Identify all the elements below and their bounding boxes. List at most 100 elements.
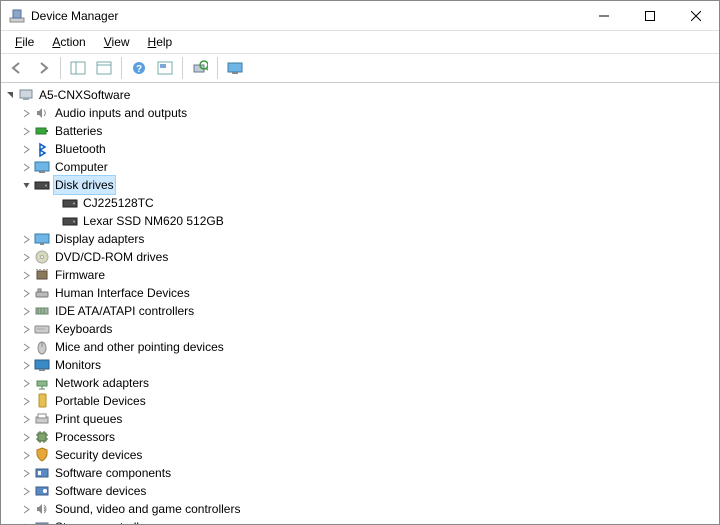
caret-right-icon[interactable]	[19, 271, 33, 280]
back-button[interactable]	[5, 56, 29, 80]
tree-category-label: Audio inputs and outputs	[53, 104, 189, 122]
tree-root[interactable]: A5-CNXSoftware	[1, 86, 719, 104]
caret-down-icon[interactable]	[19, 181, 33, 190]
show-hide-console-tree-button[interactable]	[66, 56, 90, 80]
tree-category-disk[interactable]: Disk drives	[1, 176, 719, 194]
window-title: Device Manager	[31, 9, 581, 23]
caret-right-icon[interactable]	[19, 289, 33, 298]
scan-hardware-button[interactable]	[188, 56, 212, 80]
processors-icon	[33, 429, 51, 445]
tree-category-network[interactable]: Network adapters	[1, 374, 719, 392]
device-tree[interactable]: A5-CNXSoftware Audio inputs and outputsB…	[1, 83, 719, 524]
tree-category-label: Software devices	[53, 482, 148, 500]
menu-action[interactable]: Action	[44, 33, 93, 51]
tree-category-computer[interactable]: Computer	[1, 158, 719, 176]
tree-device-label: Lexar SSD NM620 512GB	[81, 212, 226, 230]
hid-icon	[33, 285, 51, 301]
tree-category-mice[interactable]: Mice and other pointing devices	[1, 338, 719, 356]
tree-category-label: Processors	[53, 428, 117, 446]
tree-category-display[interactable]: Display adapters	[1, 230, 719, 248]
tree-device[interactable]: CJ225128TC	[1, 194, 719, 212]
maximize-button[interactable]	[627, 1, 673, 31]
tree-device-label: CJ225128TC	[81, 194, 156, 212]
computer-icon	[33, 159, 51, 175]
forward-button[interactable]	[31, 56, 55, 80]
tree-category-dvd[interactable]: DVD/CD-ROM drives	[1, 248, 719, 266]
caret-right-icon[interactable]	[19, 235, 33, 244]
caret-right-icon[interactable]	[19, 469, 33, 478]
caret-right-icon[interactable]	[19, 361, 33, 370]
titlebar: Device Manager	[1, 1, 719, 31]
properties-button[interactable]	[92, 56, 116, 80]
tree-category-bluetooth[interactable]: Bluetooth	[1, 140, 719, 158]
caret-right-icon[interactable]	[19, 343, 33, 352]
tree-category-audio[interactable]: Audio inputs and outputs	[1, 104, 719, 122]
tree-category-swdev[interactable]: Software devices	[1, 482, 719, 500]
caret-right-icon[interactable]	[19, 523, 33, 525]
action-target-button[interactable]	[153, 56, 177, 80]
caret-right-icon[interactable]	[19, 415, 33, 424]
toolbar-separator	[121, 57, 122, 79]
swcomp-icon	[33, 465, 51, 481]
disk-icon	[61, 195, 79, 211]
caret-right-icon[interactable]	[19, 145, 33, 154]
help-button[interactable]: ?	[127, 56, 151, 80]
tree-category-monitors[interactable]: Monitors	[1, 356, 719, 374]
tree-category-label: Sound, video and game controllers	[53, 500, 242, 518]
minimize-button[interactable]	[581, 1, 627, 31]
tree-category-label: Firmware	[53, 266, 107, 284]
tree-category-label: Bluetooth	[53, 140, 108, 158]
tree-category-firmware[interactable]: Firmware	[1, 266, 719, 284]
tree-category-label: Disk drives	[53, 175, 116, 195]
caret-right-icon[interactable]	[19, 127, 33, 136]
tree-category-storage[interactable]: Storage controllers	[1, 518, 719, 524]
tree-category-sound[interactable]: Sound, video and game controllers	[1, 500, 719, 518]
tree-category-label: Network adapters	[53, 374, 151, 392]
firmware-icon	[33, 267, 51, 283]
caret-right-icon[interactable]	[19, 163, 33, 172]
tree-category-label: DVD/CD-ROM drives	[53, 248, 170, 266]
tree-category-label: Security devices	[53, 446, 144, 464]
tree-category-portable[interactable]: Portable Devices	[1, 392, 719, 410]
tree-category-label: Monitors	[53, 356, 103, 374]
disk-icon	[61, 213, 79, 229]
menu-help[interactable]: Help	[140, 33, 181, 51]
tree-category-label: Human Interface Devices	[53, 284, 192, 302]
menu-view[interactable]: View	[96, 33, 138, 51]
caret-right-icon[interactable]	[19, 379, 33, 388]
storage-icon	[33, 519, 51, 524]
caret-right-icon[interactable]	[19, 487, 33, 496]
caret-right-icon[interactable]	[19, 397, 33, 406]
toolbar: ?	[1, 53, 719, 83]
tree-category-hid[interactable]: Human Interface Devices	[1, 284, 719, 302]
swdev-icon	[33, 483, 51, 499]
caret-right-icon[interactable]	[19, 505, 33, 514]
window-controls	[581, 1, 719, 31]
tree-category-label: Mice and other pointing devices	[53, 338, 226, 356]
tree-category-printq[interactable]: Print queues	[1, 410, 719, 428]
tree-category-security[interactable]: Security devices	[1, 446, 719, 464]
menubar: File Action View Help	[1, 31, 719, 53]
devices-view-button[interactable]	[223, 56, 247, 80]
menu-file[interactable]: File	[7, 33, 42, 51]
computer-icon	[17, 87, 35, 103]
tree-category-label: Storage controllers	[53, 518, 158, 524]
tree-category-processors[interactable]: Processors	[1, 428, 719, 446]
caret-right-icon[interactable]	[19, 325, 33, 334]
tree-category-batteries[interactable]: Batteries	[1, 122, 719, 140]
caret-down-icon[interactable]	[3, 91, 17, 100]
tree-category-label: Print queues	[53, 410, 124, 428]
caret-right-icon[interactable]	[19, 451, 33, 460]
caret-right-icon[interactable]	[19, 307, 33, 316]
close-button[interactable]	[673, 1, 719, 31]
caret-right-icon[interactable]	[19, 433, 33, 442]
tree-device[interactable]: Lexar SSD NM620 512GB	[1, 212, 719, 230]
caret-right-icon[interactable]	[19, 253, 33, 262]
caret-right-icon[interactable]	[19, 109, 33, 118]
tree-category-swcomp[interactable]: Software components	[1, 464, 719, 482]
tree-category-keyboards[interactable]: Keyboards	[1, 320, 719, 338]
display-icon	[33, 231, 51, 247]
tree-category-ide[interactable]: IDE ATA/ATAPI controllers	[1, 302, 719, 320]
batteries-icon	[33, 123, 51, 139]
tree-category-label: IDE ATA/ATAPI controllers	[53, 302, 196, 320]
